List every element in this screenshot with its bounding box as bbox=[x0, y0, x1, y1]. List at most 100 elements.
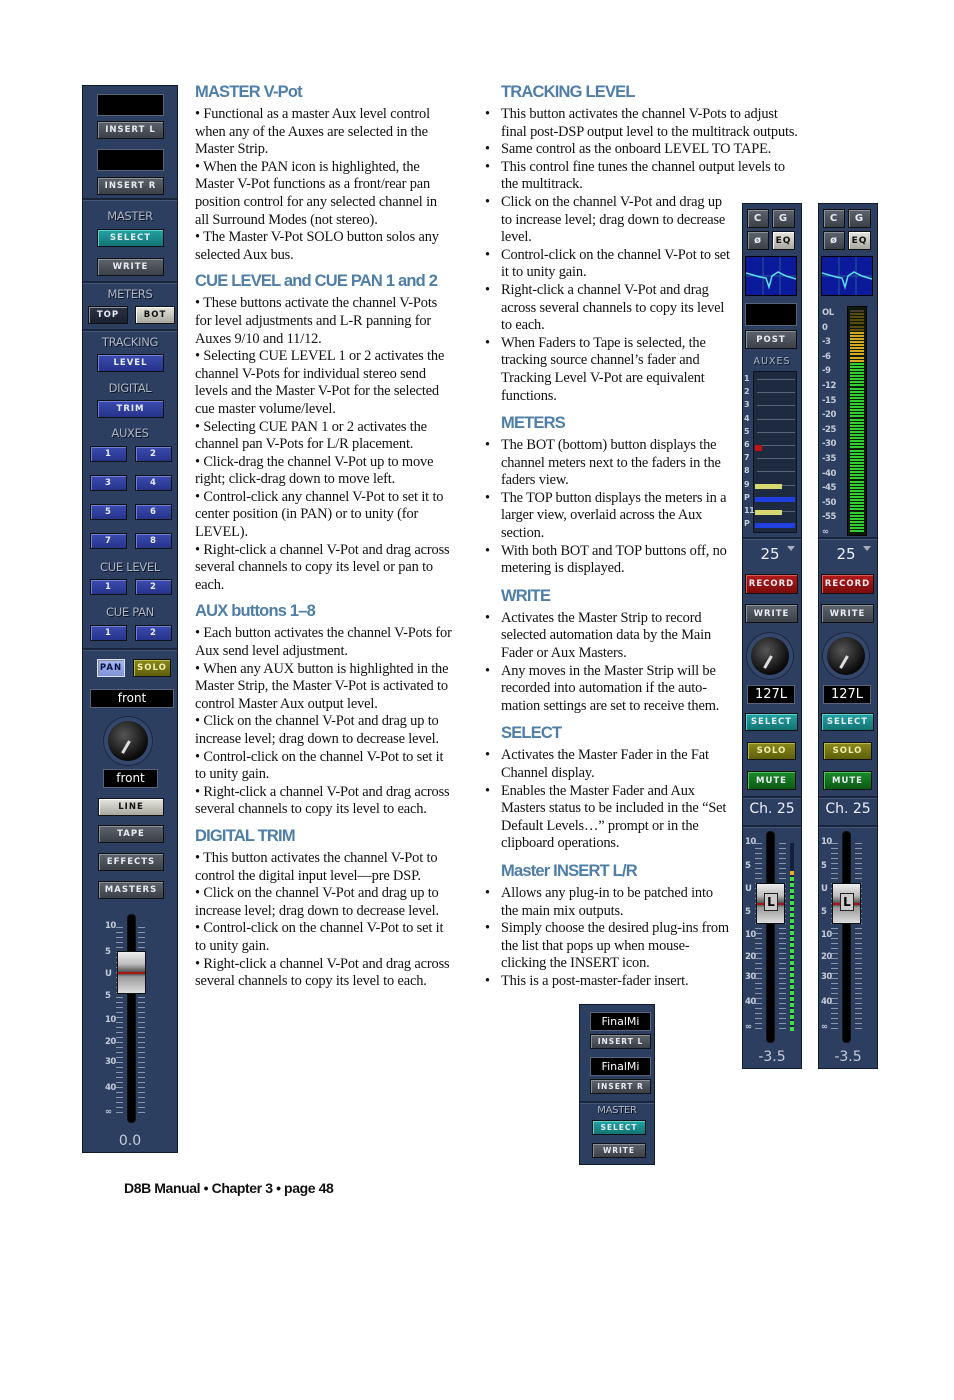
meter-scale-label: -40 bbox=[822, 468, 836, 479]
fader-tick bbox=[755, 988, 762, 989]
post-button[interactable]: POST bbox=[745, 330, 797, 349]
record-button[interactable]: RECORD bbox=[821, 574, 874, 594]
mute-button[interactable]: MUTE bbox=[823, 771, 872, 790]
aux-8-button[interactable]: 8 bbox=[135, 533, 172, 549]
cue-pan-1-button[interactable]: 1 bbox=[90, 625, 127, 641]
master-select-button[interactable]: SELECT bbox=[97, 229, 164, 247]
select-button[interactable]: SELECT bbox=[821, 713, 874, 731]
cue-level-2-button[interactable]: 2 bbox=[135, 579, 172, 595]
write-button[interactable]: WRITE bbox=[745, 604, 798, 623]
fader-tick bbox=[138, 1027, 145, 1028]
insert-l-button[interactable]: INSERT L bbox=[590, 1034, 651, 1049]
digital-trim-button[interactable]: TRIM bbox=[97, 400, 164, 418]
meter-scale-label: -25 bbox=[822, 424, 836, 435]
insert-r-button[interactable]: INSERT R bbox=[97, 177, 164, 195]
eq-button[interactable]: EQ bbox=[848, 231, 871, 250]
channel-strip: C Gø EQ OL 0 -3 -6 -9 -12 -15 -20 -25 -30 -35 -40 -45 -5… bbox=[818, 203, 878, 1069]
aux-1-button[interactable]: 1 bbox=[90, 446, 127, 462]
fader-tick bbox=[855, 843, 862, 844]
meter-segment bbox=[850, 455, 864, 458]
meter-segment bbox=[790, 889, 794, 893]
cue-pan-label: CUE PAN bbox=[106, 605, 154, 619]
aux-4-button[interactable]: 4 bbox=[135, 475, 172, 491]
fader-tick bbox=[855, 1013, 862, 1014]
channel-vpot-knob[interactable] bbox=[751, 637, 789, 675]
bullet-paragraph: • Right-click a channel V-Pot and drag a… bbox=[195, 955, 450, 990]
fader-handle[interactable]: L bbox=[832, 883, 861, 924]
master-fader-handle[interactable] bbox=[117, 951, 146, 994]
comp-button[interactable]: C bbox=[747, 209, 769, 228]
master-vpot-knob[interactable] bbox=[108, 721, 148, 761]
fader-tick bbox=[855, 1028, 862, 1029]
fader-tick bbox=[138, 1092, 145, 1093]
meter-segment bbox=[850, 359, 864, 362]
channel-number[interactable]: 25 bbox=[751, 545, 789, 563]
aux-2-button[interactable]: 2 bbox=[135, 446, 172, 462]
phase-button[interactable]: ø bbox=[823, 231, 845, 250]
eq-button[interactable]: EQ bbox=[772, 231, 795, 250]
fader-tick bbox=[755, 978, 762, 979]
meter-segment bbox=[850, 477, 864, 480]
meters-bot-button[interactable]: BOT bbox=[135, 306, 175, 324]
select-button[interactable]: SELECT bbox=[745, 713, 798, 731]
bullet-text: Right-click a channel V-Pot and drag acr… bbox=[195, 783, 450, 818]
fader-tick bbox=[831, 878, 838, 879]
pan-button[interactable]: PAN bbox=[97, 659, 125, 677]
aux-send-line bbox=[757, 431, 795, 433]
meter-segment bbox=[850, 381, 864, 384]
fader-tick bbox=[779, 983, 786, 984]
fader-tick bbox=[116, 1077, 123, 1078]
master-solo-button[interactable]: SOLO bbox=[133, 659, 171, 677]
divider bbox=[819, 537, 877, 540]
aux-5-button[interactable]: 5 bbox=[90, 504, 127, 520]
aux-3-button[interactable]: 3 bbox=[90, 475, 127, 491]
channel-vpot-knob[interactable] bbox=[827, 637, 865, 675]
record-button[interactable]: RECORD bbox=[745, 574, 798, 594]
solo-button[interactable]: SOLO bbox=[747, 742, 796, 760]
cue-pan-2-button[interactable]: 2 bbox=[135, 625, 172, 641]
meter-segment bbox=[790, 871, 794, 875]
fader-tick bbox=[779, 1023, 786, 1024]
master-fader-value: 0.0 bbox=[118, 1133, 142, 1149]
meter-scale-label: -55 bbox=[822, 512, 836, 523]
solo-button[interactable]: SOLO bbox=[823, 742, 872, 760]
fader-tick bbox=[116, 1047, 123, 1048]
channel-name[interactable]: Ch. 25 bbox=[743, 801, 801, 817]
meters-top-button[interactable]: TOP bbox=[88, 306, 128, 324]
master-write-button[interactable]: WRITE bbox=[592, 1143, 646, 1158]
source-line-button[interactable]: LINE bbox=[98, 798, 164, 816]
gate-button[interactable]: G bbox=[848, 209, 871, 228]
master-write-button[interactable]: WRITE bbox=[97, 258, 164, 276]
gate-button[interactable]: G bbox=[772, 209, 795, 228]
fader-tick bbox=[138, 1012, 145, 1013]
meter-segment bbox=[850, 399, 864, 402]
channel-number-dropdown-icon[interactable] bbox=[787, 546, 795, 551]
insert-l-button[interactable]: INSERT L bbox=[97, 121, 164, 139]
pan-value-display: 127L bbox=[823, 685, 871, 704]
channel-number-dropdown-icon[interactable] bbox=[863, 546, 871, 551]
eq-curve-display[interactable] bbox=[821, 256, 873, 296]
fader-tick bbox=[138, 1107, 145, 1108]
source-tape-button[interactable]: TAPE bbox=[98, 825, 164, 843]
insert-r-button[interactable]: INSERT R bbox=[590, 1079, 651, 1094]
meter-segment bbox=[850, 474, 864, 477]
channel-number[interactable]: 25 bbox=[827, 545, 865, 563]
master-select-button[interactable]: SELECT bbox=[592, 1120, 646, 1135]
source-masters-button[interactable]: MASTERS bbox=[98, 881, 164, 899]
aux-7-button[interactable]: 7 bbox=[90, 533, 127, 549]
mute-button[interactable]: MUTE bbox=[747, 771, 796, 790]
fader-tick bbox=[779, 848, 786, 849]
eq-curve-display[interactable] bbox=[745, 256, 797, 296]
aux-6-button[interactable]: 6 bbox=[135, 504, 172, 520]
fader-tick bbox=[779, 863, 786, 864]
write-button[interactable]: WRITE bbox=[821, 604, 874, 623]
phase-button[interactable]: ø bbox=[747, 231, 769, 250]
tracking-level-button[interactable]: LEVEL bbox=[97, 354, 164, 372]
fader-handle[interactable]: L bbox=[756, 883, 785, 924]
fader-tick bbox=[116, 1082, 123, 1083]
comp-button[interactable]: C bbox=[823, 209, 845, 228]
channel-name[interactable]: Ch. 25 bbox=[819, 801, 877, 817]
cue-level-1-button[interactable]: 1 bbox=[90, 579, 127, 595]
bullet-paragraph: • When any AUX button is highlighted in … bbox=[195, 660, 449, 712]
source-effects-button[interactable]: EFFECTS bbox=[98, 853, 164, 871]
